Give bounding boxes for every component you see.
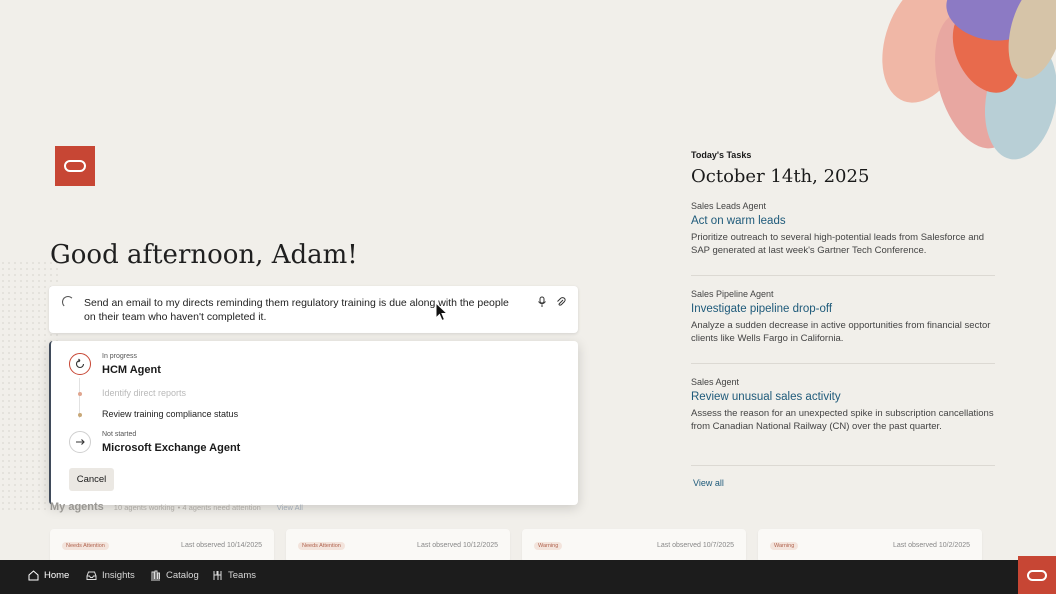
- step-connector: [79, 378, 80, 418]
- status-badge: Warning: [770, 542, 799, 550]
- task-description: Assess the reason for an unexpected spik…: [691, 408, 994, 432]
- prompt-text[interactable]: Send an email to my directs reminding th…: [84, 296, 516, 324]
- divider: [691, 363, 995, 364]
- task-title-link[interactable]: Act on warm leads: [691, 215, 995, 227]
- last-observed: Last observed 10/7/2025: [656, 542, 734, 549]
- last-observed: Last observed 10/12/2025: [417, 542, 498, 549]
- status-badge: Needs Attention: [298, 542, 345, 550]
- agents-attention-count: • 4 agents need attention: [177, 503, 261, 512]
- view-all-tasks-link[interactable]: View all: [693, 478, 724, 488]
- nav-item-insights[interactable]: Insights: [86, 570, 135, 581]
- step-current-dot: [78, 413, 82, 417]
- teams-icon: [213, 571, 222, 580]
- task-agent: Sales Agent: [691, 377, 740, 387]
- arrow-right-icon: [69, 431, 91, 453]
- prompt-input[interactable]: Send an email to my directs reminding th…: [49, 286, 578, 333]
- cancel-button[interactable]: Cancel: [69, 468, 114, 491]
- inbox-icon: [86, 571, 97, 580]
- divider: [691, 465, 995, 466]
- task-agent: Sales Leads Agent: [691, 201, 767, 211]
- tasks-label: Today's Tasks: [691, 150, 752, 160]
- task-agent: Sales Pipeline Agent: [691, 289, 774, 299]
- task-item: Sales Agent Review unusual sales activit…: [691, 377, 995, 433]
- agent-progress-panel: In progress HCM Agent Identify direct re…: [49, 341, 578, 505]
- agent-name: HCM Agent: [102, 364, 161, 376]
- tasks-date: October 14th, 2025: [691, 166, 870, 187]
- oracle-logo: [55, 146, 95, 186]
- agent-status: In progress: [102, 353, 138, 360]
- oracle-logo-button[interactable]: [1018, 556, 1056, 594]
- loading-spinner-icon: [62, 296, 74, 308]
- task-item: Sales Pipeline Agent Investigate pipelin…: [691, 289, 995, 345]
- agent-card[interactable]: Warning Last observed 10/7/2025: [522, 529, 746, 563]
- in-progress-icon: [69, 353, 91, 375]
- mouse-pointer-icon: [435, 302, 449, 322]
- last-observed: Last observed 10/2/2025: [892, 542, 970, 549]
- agent-card[interactable]: Warning Last observed 10/2/2025: [758, 529, 982, 563]
- nav-label: Catalog: [166, 570, 199, 581]
- catalog-icon: [151, 570, 160, 581]
- nav-item-home[interactable]: Home: [28, 570, 69, 581]
- task-title-link[interactable]: Investigate pipeline drop-off: [691, 303, 995, 315]
- step-label: Identify direct reports: [102, 388, 187, 398]
- home-icon: [28, 570, 39, 581]
- task-description: Analyze a sudden decrease in active oppo…: [691, 320, 991, 344]
- step-done-dot: [78, 392, 82, 396]
- paperclip-icon[interactable]: [555, 296, 567, 308]
- view-all-agents-link[interactable]: View All: [277, 503, 303, 512]
- last-observed: Last observed 10/14/2025: [181, 542, 262, 549]
- section-title: My agents: [50, 501, 104, 513]
- agent-card[interactable]: Needs Attention Last observed 10/14/2025: [50, 529, 274, 563]
- greeting-heading: Good afternoon, Adam!: [50, 240, 358, 270]
- todays-tasks-panel: Today's Tasks October 14th, 2025 Sales L…: [691, 150, 995, 488]
- status-badge: Warning: [534, 542, 563, 550]
- my-agents-header: My agents 10 agents working • 4 agents n…: [50, 501, 303, 513]
- status-badge: Needs Attention: [62, 542, 109, 550]
- task-item: Sales Leads Agent Act on warm leads Prio…: [691, 201, 995, 257]
- microphone-icon[interactable]: [536, 296, 548, 308]
- divider: [691, 275, 995, 276]
- nav-item-teams[interactable]: Teams: [212, 570, 256, 581]
- nav-label: Teams: [228, 570, 256, 581]
- step-label: Review training compliance status: [102, 409, 239, 419]
- task-title-link[interactable]: Review unusual sales activity: [691, 391, 995, 403]
- agent-card[interactable]: Needs Attention Last observed 10/12/2025: [286, 529, 510, 563]
- bottom-nav-bar: Home Insights Catalog Teams: [0, 560, 1056, 594]
- agents-working-count: 10 agents working: [113, 503, 175, 512]
- nav-label: Insights: [102, 570, 135, 581]
- agent-status: Not started: [102, 431, 137, 438]
- nav-item-catalog[interactable]: Catalog: [150, 570, 199, 581]
- task-description: Prioritize outreach to several high-pote…: [691, 232, 985, 256]
- nav-label: Home: [44, 570, 70, 581]
- agent-name: Microsoft Exchange Agent: [102, 442, 241, 454]
- decorative-artwork: [866, 0, 1056, 170]
